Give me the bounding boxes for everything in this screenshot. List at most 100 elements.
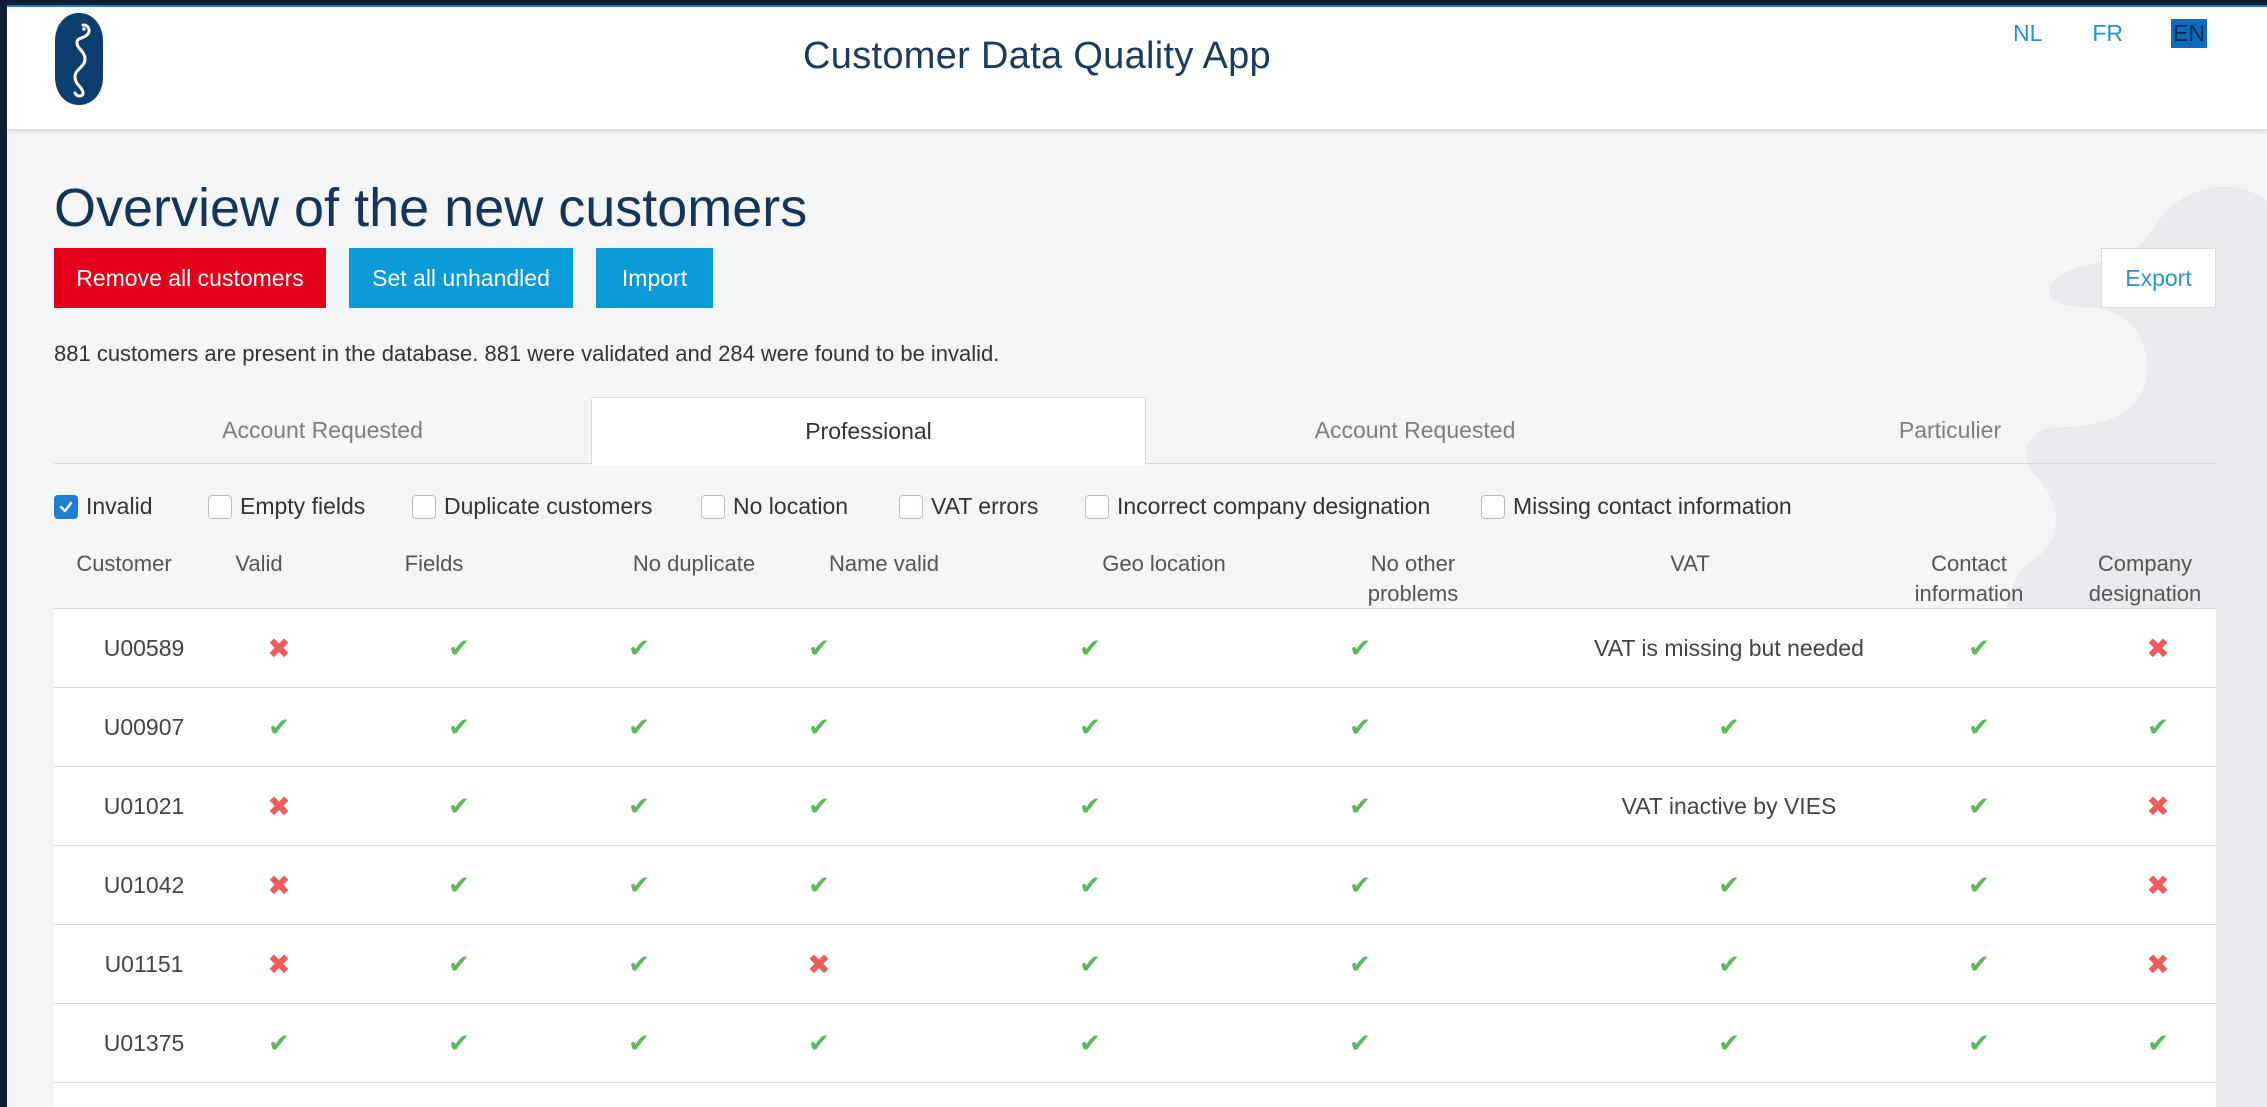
cross-icon: ✖ [267, 870, 291, 901]
window-top-border [0, 0, 2267, 7]
cell-contact: ✔ [1954, 925, 2004, 1004]
filter-label: Empty fields [240, 493, 366, 519]
tab-account-requested-2[interactable]: Account Requested [1146, 397, 1684, 464]
table-row[interactable]: U01375 ✔ ✔ ✔ ✔ ✔ ✔ ✔ ✔ ✔ [54, 1004, 2216, 1083]
check-icon: ✔ [1718, 712, 1740, 742]
checkbox-icon[interactable] [1481, 494, 1505, 519]
cell-fields: ✔ [434, 846, 484, 925]
check-icon: ✔ [628, 870, 650, 900]
export-button[interactable]: Export [2101, 248, 2216, 308]
check-icon: ✔ [808, 870, 830, 900]
cell-fields: ✔ [434, 609, 484, 688]
table-row[interactable]: U01151 ✖ ✔ ✔ ✖ ✔ ✔ ✔ ✔ ✖ [54, 925, 2216, 1004]
cell-geo-location: ✔ [1065, 688, 1115, 767]
column-header-customer[interactable]: Customer [54, 549, 194, 579]
table-row[interactable]: U01021 ✖ ✔ ✔ ✔ ✔ ✔ VAT inactive by VIES ✔ ✖ [54, 767, 2216, 846]
cell-valid: ✖ [254, 609, 304, 688]
table-row[interactable]: ✔✔✔✔✔✔✔✔✔ [54, 1083, 2216, 1107]
table-row[interactable]: U01042 ✖ ✔ ✔ ✔ ✔ ✔ ✔ ✔ ✖ [54, 846, 2216, 925]
check-icon: ✔ [1968, 870, 1990, 900]
customer-id: U01042 [103, 872, 185, 898]
customer-id: U01151 [104, 951, 184, 977]
cell-geo-location: ✔ [1065, 1004, 1115, 1083]
checkbox-icon[interactable] [208, 494, 232, 519]
cell-no-other-problems: ✔ [1335, 767, 1385, 846]
validation-summary: 881 customers are present in the databas… [54, 341, 1000, 366]
cell-valid: ✔ [254, 1004, 304, 1083]
check-icon: ✔ [448, 712, 470, 742]
cell-vat: ✔ [1504, 1004, 1954, 1083]
filter-duplicate-customers[interactable]: Duplicate customers [412, 493, 652, 520]
cross-icon: ✖ [2146, 870, 2170, 901]
cross-icon: ✖ [2146, 791, 2170, 822]
column-header-name-valid[interactable]: Name valid [799, 549, 969, 579]
column-header-vat[interactable]: VAT [1610, 549, 1770, 579]
filter-empty-fields[interactable]: Empty fields [208, 493, 365, 520]
filter-invalid[interactable]: Invalid [54, 493, 152, 520]
cell-no-duplicate: ✔ [614, 925, 664, 1004]
checkbox-icon[interactable] [1085, 494, 1109, 519]
language-switcher: NL FR EN [2011, 19, 2207, 48]
filter-incorrect-company-designation[interactable]: Incorrect company designation [1085, 493, 1430, 520]
column-header-no-duplicate[interactable]: No duplicate [604, 549, 784, 579]
cell-company: ✖ [2133, 609, 2183, 688]
check-icon: ✔ [1968, 712, 1990, 742]
column-header-contact-information[interactable]: Contact information [1906, 549, 2032, 609]
column-header-fields[interactable]: Fields [354, 549, 514, 579]
column-header-valid[interactable]: Valid [184, 549, 334, 579]
cell-valid: ✔ [254, 688, 304, 767]
cell-contact: ✔ [1954, 767, 2004, 846]
table-row[interactable]: U00589 ✖ ✔ ✔ ✔ ✔ ✔ VAT is missing but needed ✔ ✖ [54, 609, 2216, 688]
table-row[interactable]: U00907 ✔ ✔ ✔ ✔ ✔ ✔ ✔ ✔ ✔ [54, 688, 2216, 767]
filter-label: VAT errors [931, 493, 1039, 519]
cell-name-valid: ✔ [794, 767, 844, 846]
check-icon: ✔ [628, 712, 650, 742]
check-icon: ✔ [628, 949, 650, 979]
check-icon: ✔ [1718, 870, 1740, 900]
cross-icon: ✖ [807, 949, 831, 980]
filter-no-location[interactable]: No location [701, 493, 848, 520]
check-icon: ✔ [808, 1028, 830, 1058]
checkbox-icon[interactable] [412, 494, 436, 519]
check-icon: ✔ [448, 949, 470, 979]
app-title: Customer Data Quality App [803, 35, 1271, 77]
filter-missing-contact-information[interactable]: Missing contact information [1481, 493, 1792, 520]
set-all-unhandled-button[interactable]: Set all unhandled [349, 248, 573, 308]
tab-professional[interactable]: Professional [591, 397, 1146, 465]
import-button[interactable]: Import [596, 248, 713, 308]
filter-label: Missing contact information [1513, 493, 1792, 519]
checkbox-checked-icon[interactable] [54, 494, 78, 519]
check-icon: ✔ [1349, 870, 1371, 900]
cell-fields: ✔ [434, 1004, 484, 1083]
check-icon: ✔ [448, 791, 470, 821]
checkbox-icon[interactable] [701, 494, 725, 519]
column-header-no-other-problems[interactable]: No other problems [1358, 549, 1468, 609]
check-icon: ✔ [1079, 870, 1101, 900]
app-header: Customer Data Quality App NL FR EN [7, 7, 2267, 130]
check-icon: ✔ [1079, 712, 1101, 742]
cell-geo-location: ✔ [1065, 609, 1115, 688]
checkbox-icon[interactable] [899, 494, 923, 519]
tab-account-requested-1[interactable]: Account Requested [54, 397, 591, 464]
filter-label: No location [733, 493, 849, 519]
remove-all-customers-button[interactable]: Remove all customers [54, 248, 326, 308]
lang-en[interactable]: EN [2171, 19, 2207, 48]
column-header-company-designation[interactable]: Company designation [2074, 549, 2216, 609]
cell-contact: ✔ [1954, 688, 2004, 767]
page-title: Overview of the new customers [54, 178, 808, 238]
vat-message: VAT is missing but needed [1594, 635, 1864, 661]
table-header: Customer Valid Fields No duplicate Name … [54, 549, 2216, 609]
check-icon: ✔ [1349, 712, 1371, 742]
filter-vat-errors[interactable]: VAT errors [899, 493, 1038, 520]
tab-particulier[interactable]: Particulier [1684, 397, 2216, 464]
check-icon: ✔ [1968, 949, 1990, 979]
check-icon: ✔ [628, 791, 650, 821]
check-icon: ✔ [2147, 1028, 2169, 1058]
check-icon: ✔ [1079, 1028, 1101, 1058]
check-icon: ✔ [1968, 1028, 1990, 1058]
lang-nl[interactable]: NL [2011, 19, 2044, 48]
column-header-geo-location[interactable]: Geo location [1064, 549, 1264, 579]
cell-vat: ✔ [1504, 925, 1954, 1004]
lang-fr[interactable]: FR [2090, 19, 2125, 48]
check-icon: ✔ [808, 791, 830, 821]
